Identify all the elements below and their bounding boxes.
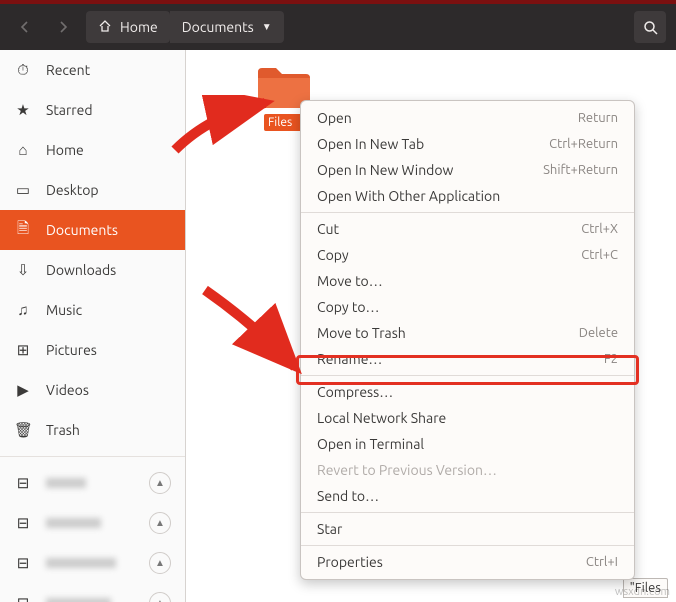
sidebar-item-label: Pictures [46, 342, 97, 358]
sidebar-item-label [46, 478, 86, 488]
sidebar-item-label [46, 558, 116, 568]
sidebar-item-label [46, 518, 101, 528]
sidebar-item-recent[interactable]: ⏱ Recent [0, 50, 185, 90]
chevron-down-icon: ▼ [262, 21, 272, 33]
sidebar-item-label: Documents [46, 222, 118, 238]
sidebar-item-label: Starred [46, 102, 93, 118]
search-button[interactable] [634, 11, 666, 43]
sidebar-item-label: Home [46, 142, 84, 158]
menu-local-network-share[interactable]: Local Network Share [301, 405, 634, 431]
menu-open-new-tab[interactable]: Open In New TabCtrl+Return [301, 131, 634, 157]
watermark: wsxdn.com [615, 586, 670, 598]
drive-icon: ⊟ [14, 474, 32, 492]
sidebar-item-downloads[interactable]: ⇩ Downloads [0, 250, 185, 290]
sidebar-item-documents[interactable]: 🗎 Documents [0, 210, 185, 250]
nav-forward-button[interactable] [48, 12, 78, 42]
menu-star[interactable]: Star [301, 516, 634, 542]
star-icon: ★ [14, 101, 32, 119]
sidebar-item-home[interactable]: ⌂ Home [0, 130, 185, 170]
sidebar-mount-0[interactable]: ⊟ ▲ [0, 463, 185, 503]
sidebar-item-trash[interactable]: 🗑 Trash [0, 410, 185, 450]
breadcrumb-documents[interactable]: Documents ▼ [170, 11, 284, 43]
downloads-icon: ⇩ [14, 261, 32, 279]
eject-icon[interactable]: ▲ [149, 592, 171, 602]
breadcrumb-home[interactable]: Home [86, 11, 170, 43]
sidebar-item-pictures[interactable]: ⊞ Pictures [0, 330, 185, 370]
videos-icon: ▶ [14, 381, 32, 399]
pictures-icon: ⊞ [14, 341, 32, 359]
nav-back-button[interactable] [10, 12, 40, 42]
menu-copy[interactable]: CopyCtrl+C [301, 242, 634, 268]
menu-move-to[interactable]: Move to… [301, 268, 634, 294]
search-icon [643, 20, 658, 35]
annotation-arrow-bottom [200, 285, 310, 385]
menu-revert-previous: Revert to Previous Version… [301, 457, 634, 483]
menu-rename[interactable]: Rename…F2 [301, 346, 634, 372]
menu-open-new-window[interactable]: Open In New WindowShift+Return [301, 157, 634, 183]
sidebar-item-desktop[interactable]: ▭ Desktop [0, 170, 185, 210]
sidebar-item-starred[interactable]: ★ Starred [0, 90, 185, 130]
eject-icon[interactable]: ▲ [149, 552, 171, 574]
clock-icon: ⏱ [14, 61, 32, 79]
menu-open-terminal[interactable]: Open in Terminal [301, 431, 634, 457]
menu-open-with-other[interactable]: Open With Other Application [301, 183, 634, 209]
breadcrumb-documents-label: Documents [182, 19, 254, 35]
menu-copy-to[interactable]: Copy to… [301, 294, 634, 320]
documents-icon: 🗎 [14, 218, 32, 243]
menu-move-to-trash[interactable]: Move to TrashDelete [301, 320, 634, 346]
sidebar: ⏱ Recent ★ Starred ⌂ Home ▭ Desktop 🗎 Documen… [0, 50, 186, 602]
home-icon: ⌂ [14, 141, 32, 159]
trash-icon: 🗑 [14, 421, 32, 439]
sidebar-item-label: Downloads [46, 262, 116, 278]
context-menu: OpenReturn Open In New TabCtrl+Return Op… [300, 100, 635, 580]
sidebar-item-label: Trash [46, 422, 80, 438]
sidebar-item-label: Videos [46, 382, 89, 398]
sidebar-mount-1[interactable]: ⊟ ▲ [0, 503, 185, 543]
eject-icon[interactable]: ▲ [149, 472, 171, 494]
sidebar-item-music[interactable]: ♫ Music [0, 290, 185, 330]
sidebar-item-label: Desktop [46, 182, 99, 198]
eject-icon[interactable]: ▲ [149, 512, 171, 534]
home-icon [98, 19, 112, 36]
menu-open[interactable]: OpenReturn [301, 105, 634, 131]
menu-send-to[interactable]: Send to… [301, 483, 634, 509]
menu-cut[interactable]: CutCtrl+X [301, 216, 634, 242]
sidebar-mount-2[interactable]: ⊟ ▲ [0, 543, 185, 583]
music-icon: ♫ [14, 301, 32, 319]
menu-compress[interactable]: Compress… [301, 379, 634, 405]
breadcrumb-home-label: Home [120, 19, 158, 35]
desktop-icon: ▭ [14, 181, 32, 199]
drive-icon: ⊟ [14, 554, 32, 572]
annotation-arrow-top [170, 95, 280, 155]
sidebar-item-label: Music [46, 302, 82, 318]
sidebar-item-label: Recent [46, 62, 90, 78]
sidebar-mount-3[interactable]: ⊟ ▲ [0, 583, 185, 602]
sidebar-item-videos[interactable]: ▶ Videos [0, 370, 185, 410]
menu-properties[interactable]: PropertiesCtrl+I [301, 549, 634, 575]
drive-icon: ⊟ [14, 514, 32, 532]
drive-icon: ⊟ [14, 594, 32, 602]
headerbar: Home Documents ▼ [0, 4, 676, 50]
sidebar-item-label [46, 598, 111, 602]
